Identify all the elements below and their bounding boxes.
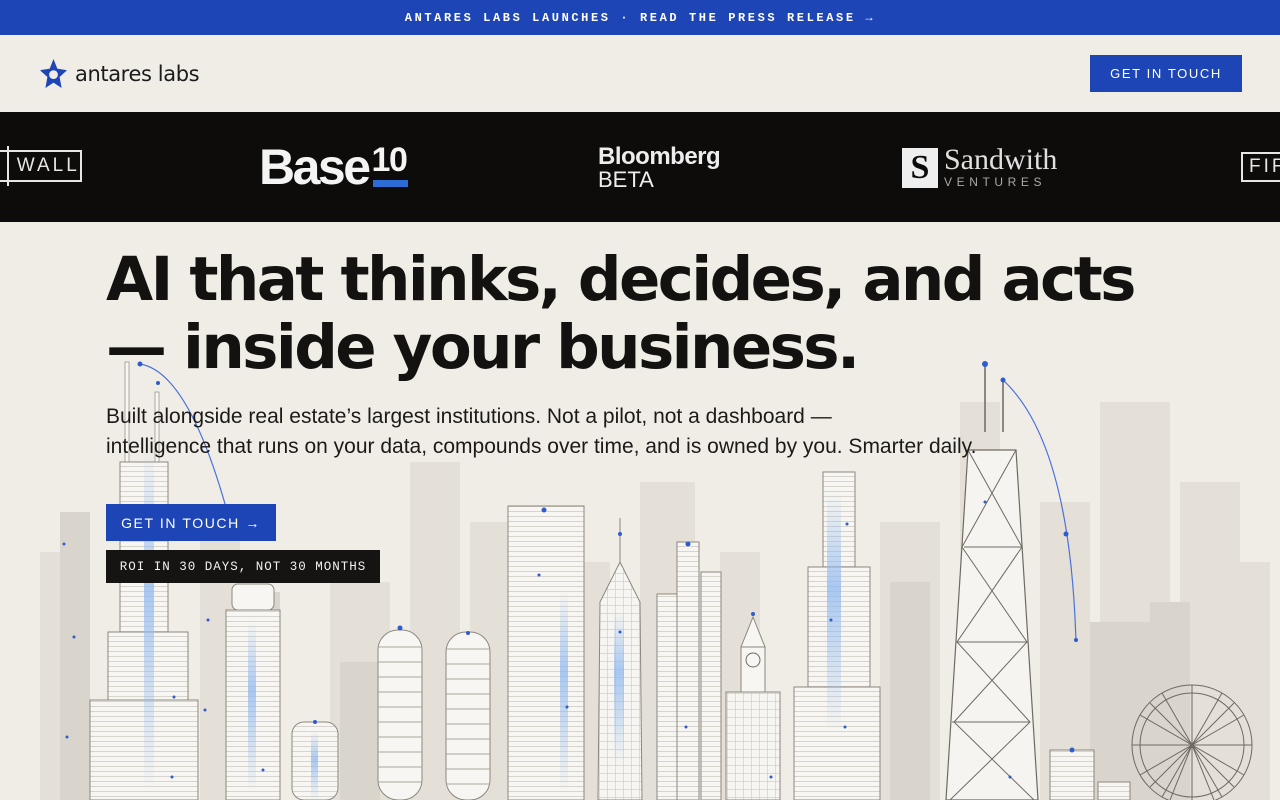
logo-text: antares labs <box>75 61 200 86</box>
hero-subtitle-line2: intelligence that runs on your data, com… <box>106 435 977 458</box>
hero-title: AI that thinks, decides, and acts — insi… <box>106 246 1206 382</box>
wall-logo-left: H <box>0 155 1 177</box>
hero-subtitle: Built alongside real estate’s largest in… <box>106 402 1006 462</box>
get-in-touch-button[interactable]: GET IN TOUCH <box>1090 55 1242 92</box>
sandwith-logo-line2: VENTURES <box>944 175 1047 189</box>
bloomberg-beta-logo: Bloomberg BETA <box>598 143 721 192</box>
hero-title-line1: AI that thinks, decides, and acts <box>106 244 1136 315</box>
hero-subtitle-line1: Built alongside real estate’s largest in… <box>106 405 832 428</box>
base10-logo: Base 10 <box>259 139 409 195</box>
wall-logo: H WALL <box>0 146 82 186</box>
sandwith-mark-icon: S <box>902 148 938 188</box>
announcement-bar: ANTARES LABS LAUNCHES · READ THE PRESS R… <box>0 0 1280 35</box>
wall-logo-divider <box>6 146 9 186</box>
top-nav: antares labs GET IN TOUCH <box>0 35 1280 112</box>
base10-logo-word: Base <box>259 139 371 195</box>
fifth-wall-logo: FIF <box>1241 152 1280 182</box>
sandwith-ventures-logo: S Sandwith VENTURES <box>902 143 1058 190</box>
star-mark-icon <box>40 59 67 88</box>
bloomberg-logo-line1: Bloomberg <box>598 143 721 170</box>
wall-logo-right: WALL <box>16 155 80 176</box>
base10-logo-number: 10 <box>371 141 409 187</box>
bloomberg-logo-line2: BETA <box>598 167 654 192</box>
hero-get-in-touch-button[interactable]: GET IN TOUCH → <box>106 504 276 541</box>
roi-badge: ROI IN 30 DAYS, NOT 30 MONTHS <box>106 550 380 583</box>
hero-title-line2: — inside your business. <box>106 312 860 383</box>
investor-logos-band: H WALL Base 10 Bloomberg BETA S Sandwith… <box>0 112 1280 222</box>
press-release-link[interactable]: ANTARES LABS LAUNCHES · READ THE PRESS R… <box>405 11 875 25</box>
sandwith-logo-line1: Sandwith <box>944 143 1058 176</box>
logo[interactable]: antares labs <box>40 59 200 88</box>
